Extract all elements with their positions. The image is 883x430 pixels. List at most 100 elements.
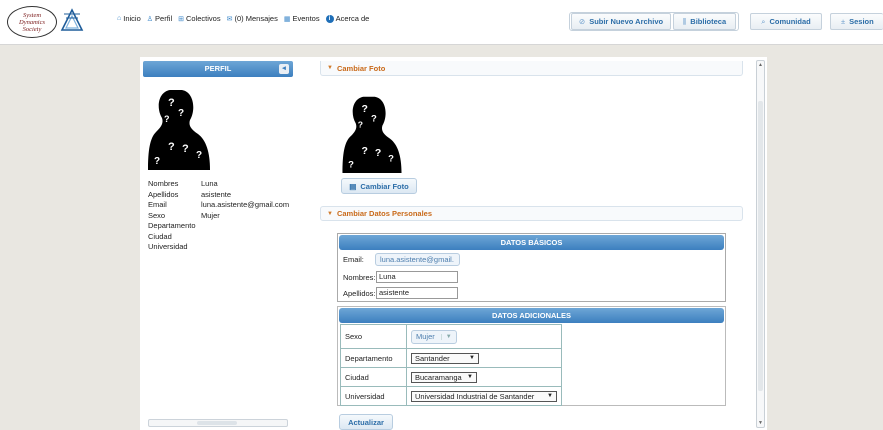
library-button[interactable]: ⫼ Biblioteca [673,13,736,30]
profile-row: Apellidos asistente [148,190,289,201]
profile-row: Departamento [148,221,289,232]
universidad-label: Universidad [340,386,407,406]
nav-label: Eventos [292,14,320,23]
library-label: Biblioteca [690,17,727,26]
sexo-cell: Mujer ▼ [406,324,562,349]
profile-row: Universidad [148,242,289,253]
profile-key: Apellidos [148,189,179,199]
nombres-input[interactable]: Luna [376,271,458,283]
main-nav: ⌂ Inicio ♙ Perfil ⊞ Colectivos ✉ (0) Men… [117,14,369,23]
svg-text:?: ? [178,108,184,119]
top-bar: System Dynamics Society ⌂ Inicio ♙ Perfi… [0,0,883,45]
sexo-row: Sexo Mujer ▼ [340,324,562,349]
ciudad-select[interactable]: Bucaramanga ▼ [411,371,477,383]
universidad-select[interactable]: Universidad Industrial de Santander ▼ [411,390,557,402]
apellidos-row: Apellidos: asistente [343,287,458,299]
nav-perfil[interactable]: ♙ Perfil [147,14,172,23]
departamento-cell: Santander ▼ [406,348,562,368]
personal-data-section-title: Cambiar Datos Personales [336,209,432,218]
nav-colectivos[interactable]: ⊞ Colectivos [178,14,220,23]
user-icon: ♙ [146,15,154,23]
library-icon: ⫼ [682,16,687,26]
upload-file-button[interactable]: ⊘ Subir Nuevo Archivo [571,13,671,30]
info-icon: i [325,14,334,23]
nav-acerca[interactable]: i Acerca de [325,14,370,23]
current-photo-placeholder-icon: ? ? ? ? ? ? ? [342,96,402,173]
svg-text:?: ? [196,150,202,161]
sexo-value: Mujer [416,332,435,341]
change-photo-button[interactable]: ▤ Cambiar Foto [341,178,417,194]
ciudad-value: Bucaramanga [415,372,462,382]
logo-line-3: Society [22,25,42,33]
logo-line-2: Dynamics [19,18,45,26]
change-photo-label: Cambiar Foto [360,181,409,191]
universidad-cell: Universidad Industrial de Santander ▼ [406,386,562,406]
home-icon: ⌂ [117,15,122,22]
profile-key: Ciudad [148,231,172,241]
universidad-row: Universidad Universidad Industrial de Sa… [340,386,562,406]
svg-text:?: ? [371,114,377,125]
profile-row: Sexo Mujer [148,211,289,222]
chevron-down-icon: ▼ [469,355,475,361]
change-photo-section-header[interactable]: ▼ Cambiar Foto [320,61,743,76]
group-icon: ⊞ [178,15,184,23]
svg-text:?: ? [362,146,368,157]
scrollbar-thumb[interactable] [197,421,237,425]
nav-mensajes[interactable]: ✉ (0) Mensajes [227,14,278,23]
ciudad-label: Ciudad [340,367,407,387]
departamento-select[interactable]: Santander ▼ [411,352,479,364]
community-button[interactable]: ⌕ Comunidad [750,13,822,30]
email-row: Email: luna.asistente@gmail. [343,253,460,266]
profile-key: Nombres [148,179,179,188]
scrollbar-thumb[interactable] [758,101,763,391]
profile-panel: PERFIL ◂ ? ? ? ? ? ? ? Nombres Luna Apell… [143,61,293,430]
session-label: Sesion [849,17,874,26]
scroll-down-icon[interactable]: ▼ [757,419,764,427]
scroll-up-icon[interactable]: ▲ [757,61,764,69]
profile-key: Sexo [148,210,166,220]
apellidos-input[interactable]: asistente [376,287,458,299]
svg-text:?: ? [375,148,381,159]
nav-label: Colectivos [186,14,221,23]
society-emblem-icon [60,8,84,31]
svg-text:?: ? [182,143,189,155]
additional-data-table: Sexo Mujer ▼ Departamento Santander ▼ Ci… [340,324,562,406]
chevron-down-icon: ▼ [547,393,553,399]
horizontal-scrollbar[interactable] [148,419,288,427]
email-field: luna.asistente@gmail. [375,253,460,266]
sexo-select: Mujer ▼ [411,329,457,344]
plus-icon: ± [841,17,846,26]
svg-text:?: ? [164,114,170,124]
logo[interactable]: System Dynamics Society [7,6,57,38]
nombres-label: Nombres: [343,272,376,282]
search-icon: ⌕ [761,16,766,26]
collapse-icon[interactable]: ◂ [279,64,289,74]
nav-label: Inicio [123,14,141,23]
nav-label: Perfil [155,14,173,23]
profile-key: Universidad [148,242,188,251]
profile-info: Nombres Luna Apellidos asistente Email luna… [148,179,289,253]
profile-value: asistente [201,189,232,199]
ciudad-row: Ciudad Bucaramanga ▼ [340,367,562,387]
email-label: Email: [343,255,364,264]
update-button[interactable]: Actualizar [339,414,393,430]
profile-panel-header: PERFIL ◂ [143,61,293,77]
mail-icon: ✉ [226,15,233,23]
chevron-down-icon: ▼ [440,333,452,340]
session-button[interactable]: ± Sesion [830,13,883,30]
basic-data-header: DATOS BÁSICOS [339,235,724,250]
svg-text:?: ? [388,154,394,165]
departamento-value: Santander [415,353,450,363]
vertical-scrollbar[interactable]: ▲ ▼ [756,60,765,428]
nav-label: Acerca de [335,14,370,23]
ciudad-cell: Bucaramanga ▼ [406,367,562,387]
nav-eventos[interactable]: ▦ Eventos [284,14,320,23]
profile-key: Email [148,200,167,209]
nav-inicio[interactable]: ⌂ Inicio [117,14,141,23]
avatar-placeholder-icon: ? ? ? ? ? ? ? [148,90,210,170]
personal-data-section-header[interactable]: ▼ Cambiar Datos Personales [320,206,743,221]
profile-value: Mujer [201,210,220,220]
profile-key: Departamento [148,221,196,230]
svg-text:?: ? [154,156,160,167]
departamento-row: Departamento Santander ▼ [340,348,562,368]
